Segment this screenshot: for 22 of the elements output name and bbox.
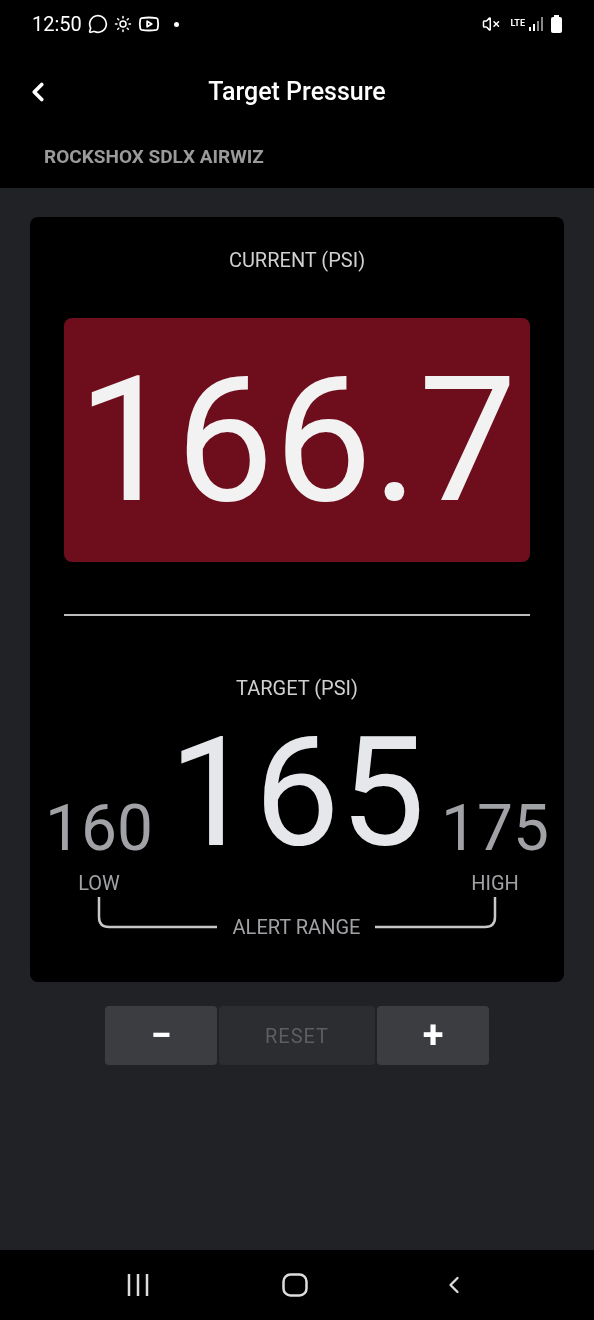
- decrease-button[interactable]: −: [105, 1006, 217, 1065]
- status-time: 12:50: [32, 11, 82, 38]
- signal-icon: [529, 17, 543, 31]
- home-icon[interactable]: [282, 1273, 308, 1297]
- high-value: 175: [441, 797, 549, 861]
- target-label: TARGET (PSI): [236, 675, 358, 702]
- screen-title: Target Pressure: [208, 75, 386, 108]
- increase-button[interactable]: +: [377, 1006, 489, 1065]
- mute-icon: [482, 15, 501, 33]
- low-value: 160: [45, 797, 153, 861]
- target-value: 165: [168, 717, 426, 869]
- sun-icon: [113, 15, 132, 33]
- high-label: HIGH: [471, 873, 519, 893]
- low-label: LOW: [78, 873, 120, 893]
- recent-apps-icon[interactable]: [126, 1274, 150, 1296]
- range-label: ALERT RANGE: [232, 917, 361, 937]
- chat-icon: [87, 14, 108, 34]
- current-value: 166.7: [77, 352, 517, 528]
- device-name: ROCKSHOX SDLX AIRWIZ: [44, 144, 264, 170]
- battery-icon: [551, 15, 562, 33]
- current-label: CURRENT (PSI): [228, 247, 366, 274]
- network-label: LTE: [510, 17, 525, 31]
